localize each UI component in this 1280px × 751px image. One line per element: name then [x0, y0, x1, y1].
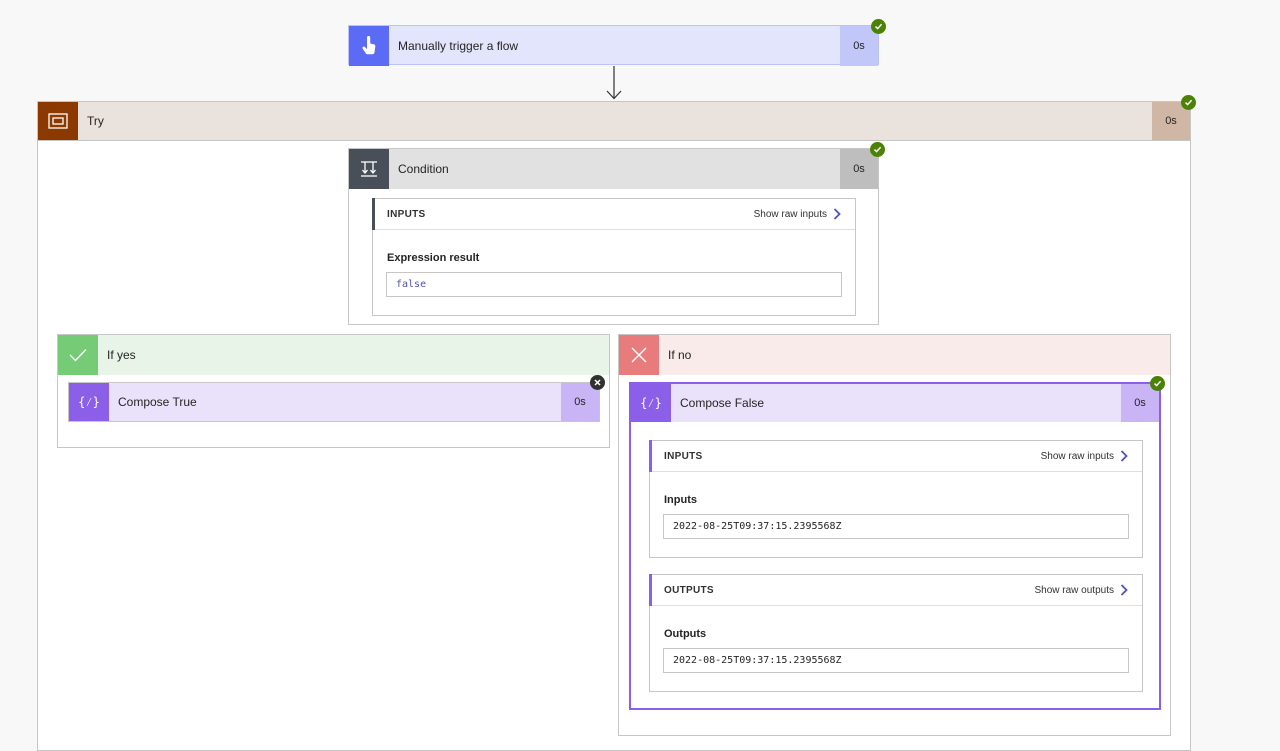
success-check-icon: [1181, 95, 1196, 110]
compose-true-card[interactable]: {⁄} Compose True 0s: [68, 382, 600, 422]
if-yes-branch: If yes {⁄} Compose True 0s: [57, 334, 610, 448]
trigger-title: Manually trigger a flow: [398, 39, 519, 53]
condition-inputs-section: INPUTS Show raw inputs Expression result…: [372, 198, 856, 316]
chevron-right-icon: [1120, 584, 1128, 596]
skipped-x-icon: [590, 375, 605, 390]
condition-icon: [349, 149, 389, 189]
inputs-value: 2022-08-25T09:37:15.2395568Z: [663, 514, 1129, 539]
compose-false-inputs-section: INPUTS Show raw inputs Inputs 2022-08-25…: [649, 440, 1143, 558]
success-check-icon: [871, 19, 886, 34]
chevron-right-icon: [833, 208, 841, 220]
show-raw-inputs-label: Show raw inputs: [1040, 450, 1114, 462]
compose-icon: {⁄}: [69, 383, 109, 421]
show-raw-inputs-link[interactable]: Show raw inputs: [1041, 450, 1142, 462]
cross-icon: [619, 335, 659, 375]
show-raw-outputs-link[interactable]: Show raw outputs: [1035, 584, 1143, 596]
trigger-card[interactable]: Manually trigger a flow 0s: [348, 25, 879, 66]
compose-false-title: Compose False: [680, 396, 765, 410]
show-raw-inputs-label: Show raw inputs: [753, 208, 827, 220]
show-raw-outputs-label: Show raw outputs: [1034, 584, 1115, 596]
if-yes-header[interactable]: If yes: [58, 335, 609, 375]
trigger-duration: 0s: [840, 26, 878, 66]
compose-false-card[interactable]: {⁄} Compose False 0s INPUTS Show raw inp…: [629, 382, 1161, 710]
condition-card[interactable]: Condition 0s INPUTS Show raw inputs Expr…: [348, 148, 879, 325]
inputs-label: Inputs: [664, 494, 697, 506]
try-scope-title: Try: [87, 114, 104, 128]
compose-icon: {⁄}: [631, 384, 671, 422]
condition-title: Condition: [398, 162, 449, 176]
show-raw-inputs-link[interactable]: Show raw inputs: [754, 208, 855, 220]
outputs-section-title: OUTPUTS: [664, 584, 714, 596]
try-scope-header[interactable]: Try 0s: [37, 101, 1191, 141]
success-check-icon: [1150, 376, 1165, 391]
success-check-icon: [870, 142, 885, 157]
outputs-label: Outputs: [664, 628, 707, 640]
connector-arrow: [604, 65, 624, 101]
expression-result-value: false: [386, 272, 842, 297]
if-no-header[interactable]: If no: [619, 335, 1170, 375]
if-yes-title: If yes: [107, 348, 136, 362]
inputs-section-title: INPUTS: [664, 450, 703, 462]
compose-true-title: Compose True: [118, 395, 197, 409]
checkmark-icon: [58, 335, 98, 375]
chevron-right-icon: [1120, 450, 1128, 462]
expression-result-label: Expression result: [387, 252, 480, 264]
outputs-value: 2022-08-25T09:37:15.2395568Z: [663, 648, 1129, 673]
hand-pointer-icon: [349, 26, 389, 66]
if-no-title: If no: [668, 348, 692, 362]
inputs-section-title: INPUTS: [387, 208, 426, 220]
scope-icon: [38, 102, 78, 140]
compose-false-outputs-section: OUTPUTS Show raw outputs Outputs 2022-08…: [649, 574, 1143, 692]
